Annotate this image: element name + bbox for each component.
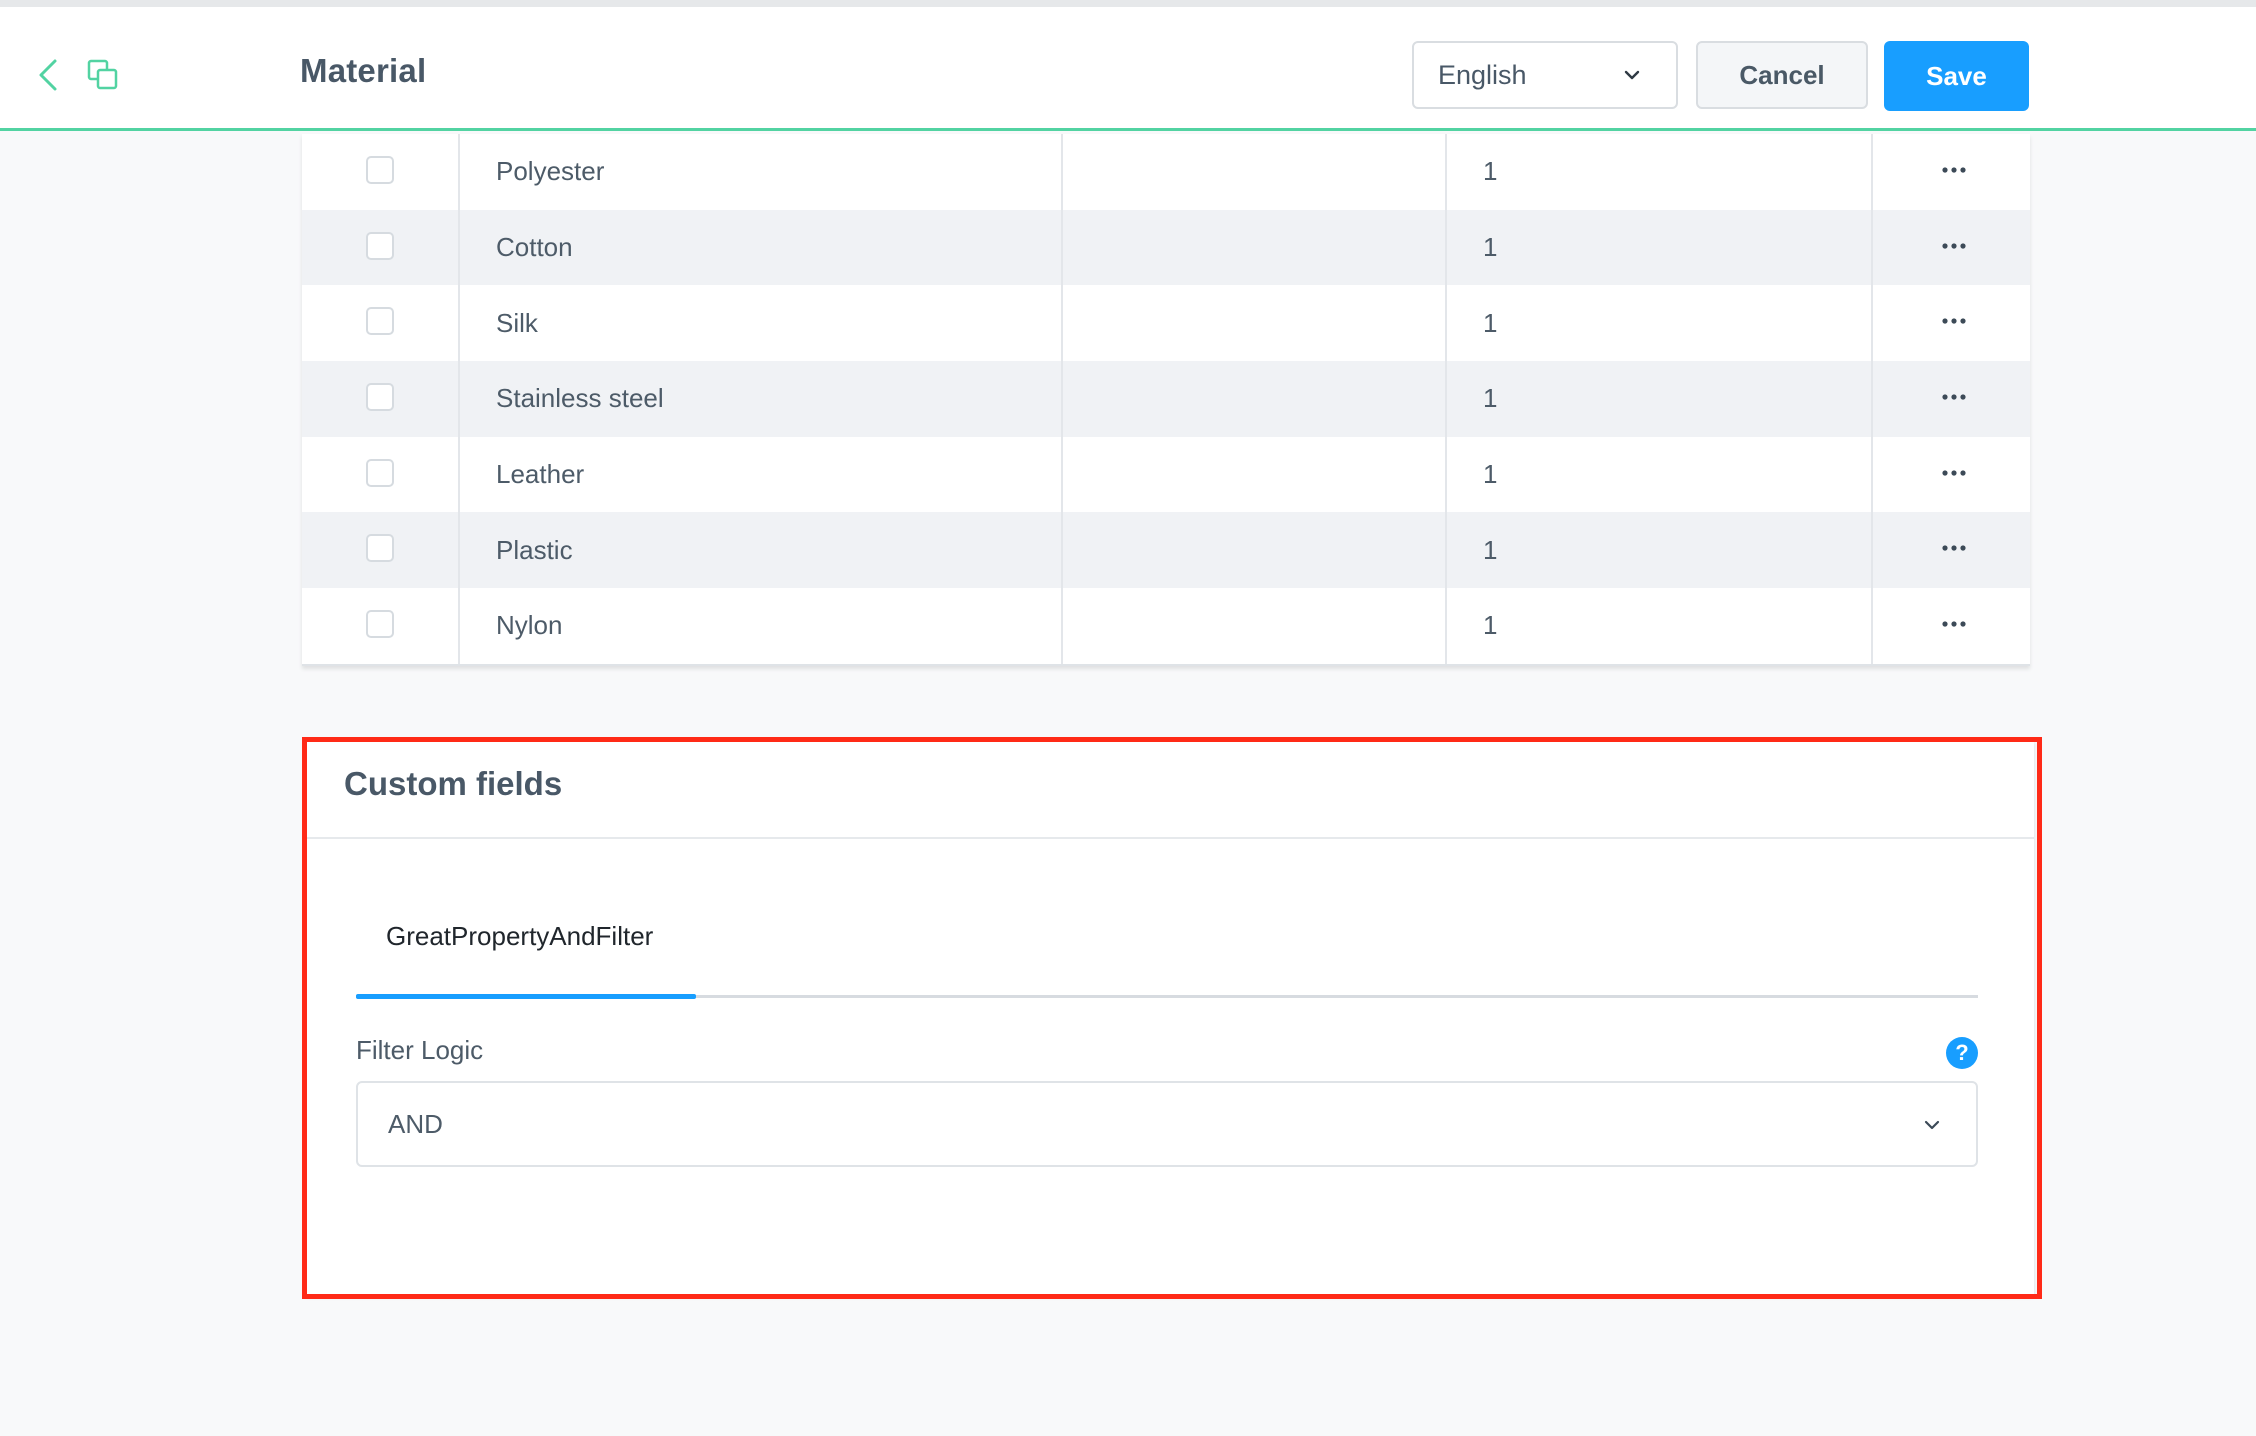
table-row: Leather 1 xyxy=(302,436,2030,513)
column-divider xyxy=(1445,436,1447,513)
row-actions-button[interactable] xyxy=(1936,612,1972,636)
more-horizontal-icon xyxy=(1942,621,1966,627)
more-horizontal-icon xyxy=(1942,318,1966,324)
more-horizontal-icon xyxy=(1942,394,1966,400)
filter-logic-value: AND xyxy=(388,1108,443,1139)
table-row: Cotton 1 xyxy=(302,209,2030,286)
column-divider xyxy=(1061,588,1063,664)
page-title: Material xyxy=(300,52,427,89)
material-value: 1 xyxy=(1483,459,1498,490)
save-button[interactable]: Save xyxy=(1884,41,2029,111)
filter-logic-label: Filter Logic xyxy=(356,1035,484,1065)
row-actions-button[interactable] xyxy=(1936,158,1972,182)
back-button[interactable] xyxy=(30,53,66,97)
column-divider xyxy=(1061,361,1063,437)
row-actions-button[interactable] xyxy=(1936,385,1972,409)
column-divider xyxy=(458,209,460,286)
language-select[interactable]: English xyxy=(1412,41,1678,109)
column-divider xyxy=(1061,285,1063,362)
material-name: Silk xyxy=(496,307,538,338)
cancel-button[interactable]: Cancel xyxy=(1696,41,1868,109)
card-divider xyxy=(306,837,2034,839)
top-border xyxy=(0,0,2256,7)
row-checkbox[interactable] xyxy=(366,156,394,184)
column-divider xyxy=(1445,285,1447,362)
copy-icon xyxy=(87,59,118,90)
row-checkbox[interactable] xyxy=(366,383,394,412)
tab-label: GreatPropertyAndFilter xyxy=(386,921,654,951)
row-actions-button[interactable] xyxy=(1936,461,1972,485)
table-row: Polyester 1 xyxy=(302,134,2030,210)
active-tab-indicator xyxy=(356,994,696,999)
column-divider xyxy=(1445,361,1447,437)
column-divider xyxy=(1871,285,1873,362)
custom-fields-title: Custom fields xyxy=(344,765,563,802)
material-value: 1 xyxy=(1483,232,1498,263)
filter-logic-select[interactable]: AND xyxy=(356,1081,1978,1167)
column-divider xyxy=(1871,209,1873,286)
column-divider xyxy=(1445,134,1447,210)
duplicate-button[interactable] xyxy=(84,55,122,95)
material-name: Polyester xyxy=(496,156,605,187)
tab-great-property-and-filter[interactable]: GreatPropertyAndFilter xyxy=(356,919,696,989)
column-divider xyxy=(458,134,460,210)
column-divider xyxy=(458,436,460,513)
table-row: Silk 1 xyxy=(302,285,2030,362)
row-checkbox[interactable] xyxy=(366,231,394,260)
custom-fields-card: Custom fields GreatPropertyAndFilter Fil… xyxy=(306,741,2034,1295)
material-value: 1 xyxy=(1483,307,1498,338)
row-actions-button[interactable] xyxy=(1936,234,1972,258)
column-divider xyxy=(1871,134,1873,210)
column-divider xyxy=(1871,588,1873,664)
column-divider xyxy=(1871,436,1873,513)
row-actions-button[interactable] xyxy=(1936,309,1972,333)
material-value: 1 xyxy=(1483,610,1498,641)
material-name: Nylon xyxy=(496,610,563,641)
column-divider xyxy=(458,588,460,664)
material-name: Plastic xyxy=(496,534,573,565)
material-value: 1 xyxy=(1483,383,1498,414)
column-divider xyxy=(458,361,460,437)
table-row: Nylon 1 xyxy=(302,588,2030,664)
material-name: Stainless steel xyxy=(496,383,664,414)
column-divider xyxy=(1061,134,1063,210)
column-divider xyxy=(1061,209,1063,286)
column-divider xyxy=(1061,512,1063,589)
chevron-left-icon xyxy=(39,59,57,91)
row-actions-button[interactable] xyxy=(1936,536,1972,560)
language-select-value: English xyxy=(1438,59,1527,90)
material-value: 1 xyxy=(1483,156,1498,187)
column-divider xyxy=(1445,209,1447,286)
more-horizontal-icon xyxy=(1942,470,1966,476)
table-row: Stainless steel 1 xyxy=(302,361,2030,437)
chevron-down-icon xyxy=(1624,70,1640,80)
row-checkbox[interactable] xyxy=(366,458,394,487)
row-checkbox[interactable] xyxy=(366,610,394,639)
header-bar: Material English Cancel Save xyxy=(0,7,2256,131)
material-name: Leather xyxy=(496,459,585,490)
materials-table: Polyester 1 Cotton 1 Silk 1 Stainless steel 1 Le… xyxy=(302,134,2030,666)
more-horizontal-icon xyxy=(1942,167,1966,173)
column-divider xyxy=(1445,588,1447,664)
column-divider xyxy=(1871,361,1873,437)
column-divider xyxy=(1445,512,1447,589)
column-divider xyxy=(458,512,460,589)
column-divider xyxy=(1871,512,1873,589)
chevron-down-icon xyxy=(1924,1120,1940,1130)
material-value: 1 xyxy=(1483,534,1498,565)
row-checkbox[interactable] xyxy=(366,534,394,563)
material-name: Cotton xyxy=(496,232,573,263)
row-checkbox[interactable] xyxy=(366,307,394,336)
column-divider xyxy=(458,285,460,362)
table-row: Plastic 1 xyxy=(302,512,2030,589)
question-icon[interactable]: ? xyxy=(1946,1037,1978,1069)
more-horizontal-icon xyxy=(1942,243,1966,249)
more-horizontal-icon xyxy=(1942,545,1966,552)
column-divider xyxy=(1061,436,1063,513)
